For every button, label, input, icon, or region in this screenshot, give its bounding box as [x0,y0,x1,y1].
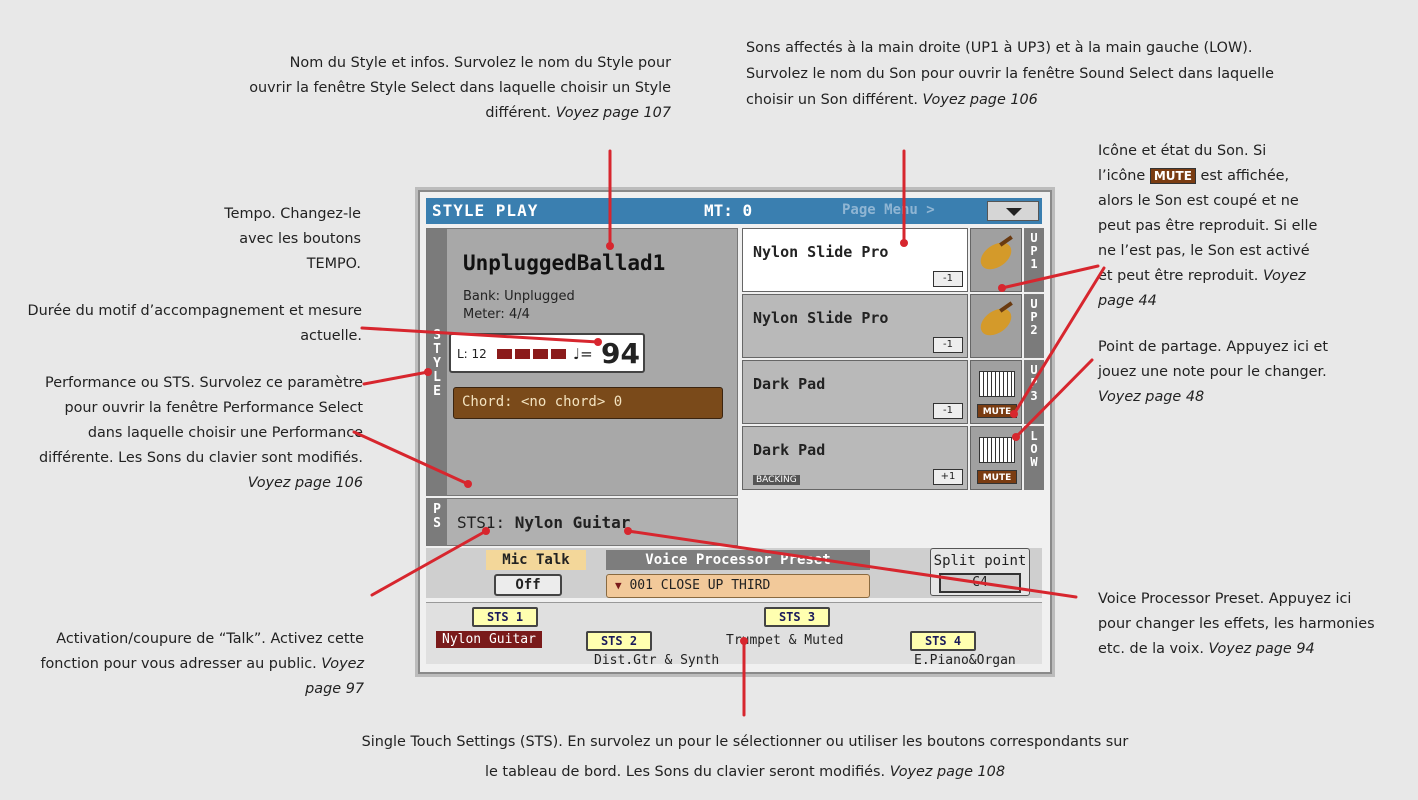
callout-dot [1012,433,1020,441]
callout-voice [626,529,1078,599]
callout-lines [352,149,1106,717]
callout-dot [424,368,432,376]
callout-split [1014,358,1094,439]
callout-tempo [360,326,600,344]
callout-talk [370,529,488,597]
callout-duration [362,370,430,386]
callout-dot [740,637,748,645]
callout-dot [900,239,908,247]
callout-icon-up1 [1000,264,1100,290]
callout-dot [482,527,490,535]
callout-dot [594,338,602,346]
callout-dot [998,284,1006,292]
callout-dot [606,242,614,250]
callout-performance [352,430,470,486]
callout-dot [464,480,472,488]
callout-dot [624,527,632,535]
callout-dot [1010,410,1018,418]
